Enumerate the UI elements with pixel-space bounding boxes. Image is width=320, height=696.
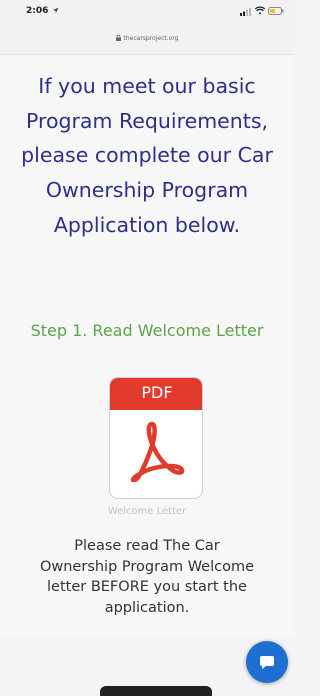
wifi-icon xyxy=(255,6,265,15)
acrobat-icon xyxy=(130,421,185,482)
status-time: 2:06 xyxy=(26,6,49,16)
status-bar: 2:06 xyxy=(0,0,294,24)
next-button-partial[interactable] xyxy=(100,686,212,696)
step-heading: Step 1. Read Welcome Letter xyxy=(30,321,264,340)
pdf-caption: Welcome Letter xyxy=(107,506,187,517)
browser-url-bar[interactable]: thecarsproject.org xyxy=(0,24,294,55)
pdf-band: PDF xyxy=(110,378,202,410)
url-display[interactable]: thecarsproject.org xyxy=(0,35,294,42)
lock-icon xyxy=(115,35,121,41)
instruction-text: Please read The Car Ownership Program We… xyxy=(39,538,255,616)
chat-button[interactable] xyxy=(246,641,288,683)
intro-heading: If you meet our basic Program Requiremen… xyxy=(21,74,273,237)
chat-bubble-icon xyxy=(260,656,274,669)
pdf-label: PDF xyxy=(141,383,173,402)
signal-icon xyxy=(240,8,251,16)
page-content: If you meet our basic Program Requiremen… xyxy=(0,56,294,696)
pdf-icon: PDF xyxy=(109,377,203,499)
location-arrow-icon xyxy=(52,7,59,14)
welcome-letter-pdf-link[interactable]: PDF xyxy=(109,377,203,499)
battery-icon xyxy=(268,7,284,15)
url-text: thecarsproject.org xyxy=(123,35,179,42)
